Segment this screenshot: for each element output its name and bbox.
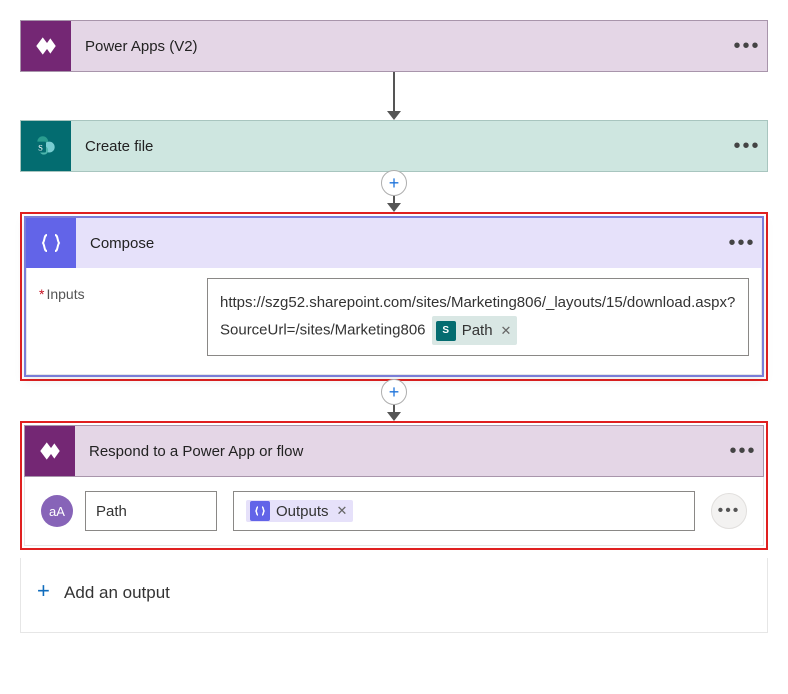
add-step-button[interactable]: + bbox=[381, 379, 407, 405]
step-compose-header[interactable]: Compose ••• bbox=[26, 218, 762, 268]
powerapps-icon bbox=[21, 21, 71, 71]
highlight-compose: Compose ••• *Inputs https://szg52.sharep… bbox=[20, 212, 768, 381]
compose-inputs-field[interactable]: https://szg52.sharepoint.com/sites/Marke… bbox=[207, 278, 749, 356]
more-menu[interactable]: ••• bbox=[723, 440, 763, 463]
compose-body: *Inputs https://szg52.sharepoint.com/sit… bbox=[26, 268, 762, 375]
output-name-field[interactable]: Path bbox=[85, 491, 217, 531]
output-value-field[interactable]: Outputs ✕ bbox=[233, 491, 695, 531]
step-compose: Compose ••• *Inputs https://szg52.sharep… bbox=[24, 216, 764, 377]
step-respond-header[interactable]: Respond to a Power App or flow ••• bbox=[24, 425, 764, 477]
sharepoint-icon: S bbox=[21, 121, 71, 171]
flow-arrow: + bbox=[20, 172, 768, 212]
token-label: Outputs bbox=[276, 503, 335, 520]
step-create-file[interactable]: S Create file ••• bbox=[20, 120, 768, 172]
flow-container: Power Apps (V2) ••• S Create file ••• + … bbox=[20, 20, 768, 633]
more-menu[interactable]: ••• bbox=[727, 135, 767, 158]
step-title: Compose bbox=[76, 235, 722, 252]
powerapps-icon bbox=[25, 426, 75, 476]
token-remove[interactable]: ✕ bbox=[499, 319, 514, 342]
plus-icon: + bbox=[37, 578, 50, 603]
add-output-button[interactable]: + Add an output bbox=[20, 558, 768, 633]
more-menu[interactable]: ••• bbox=[727, 35, 767, 58]
highlight-respond: Respond to a Power App or flow ••• aA Pa… bbox=[20, 421, 768, 550]
flow-arrow: + bbox=[20, 381, 768, 421]
token-outputs[interactable]: Outputs ✕ bbox=[246, 500, 353, 522]
token-path[interactable]: S Path ✕ bbox=[432, 316, 518, 345]
token-remove[interactable]: ✕ bbox=[335, 503, 350, 519]
token-label: Path bbox=[462, 317, 499, 344]
add-step-button[interactable]: + bbox=[381, 170, 407, 196]
compose-token-icon bbox=[250, 501, 270, 521]
step-title: Create file bbox=[71, 138, 727, 155]
text-type-icon: aA bbox=[41, 495, 73, 527]
respond-body: aA Path Outputs ✕ ••• bbox=[24, 477, 764, 546]
compose-inputs-label: *Inputs bbox=[39, 278, 207, 356]
flow-arrow bbox=[20, 72, 768, 120]
respond-output-row: aA Path Outputs ✕ ••• bbox=[25, 477, 763, 545]
step-title: Power Apps (V2) bbox=[71, 38, 727, 55]
step-power-apps-trigger[interactable]: Power Apps (V2) ••• bbox=[20, 20, 768, 72]
sharepoint-token-icon: S bbox=[436, 321, 456, 341]
svg-text:S: S bbox=[38, 142, 43, 152]
step-title: Respond to a Power App or flow bbox=[75, 443, 723, 460]
compose-icon bbox=[26, 218, 76, 268]
more-menu[interactable]: ••• bbox=[722, 232, 762, 255]
output-more-menu[interactable]: ••• bbox=[711, 493, 747, 529]
step-respond: Respond to a Power App or flow ••• aA Pa… bbox=[24, 425, 764, 546]
add-output-label: Add an output bbox=[64, 583, 170, 602]
